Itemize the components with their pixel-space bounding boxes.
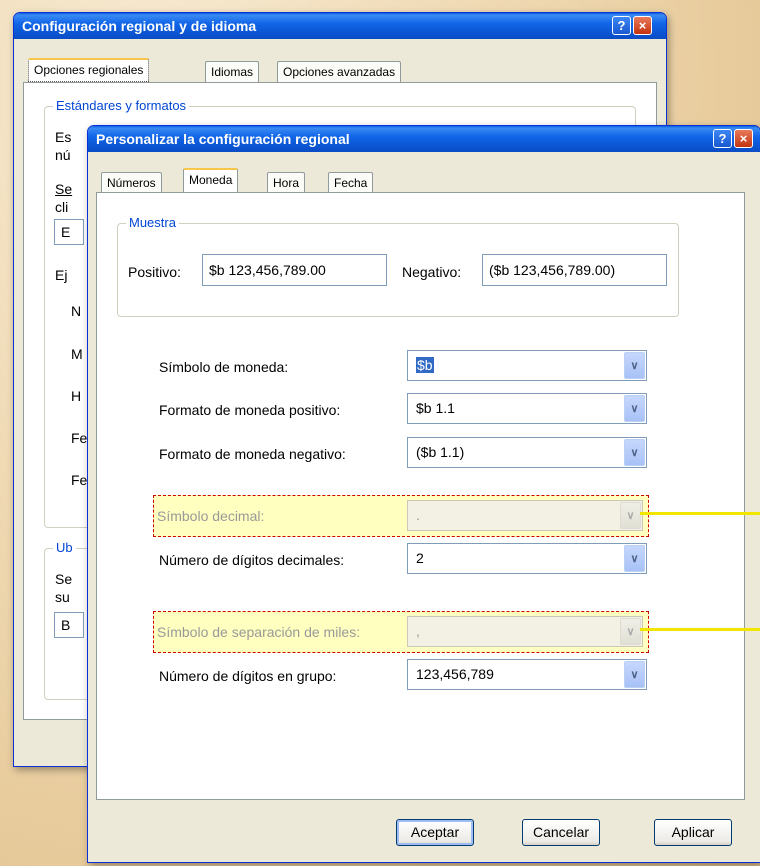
group-digits-combo[interactable]: 123,456,789 ∨	[407, 659, 647, 690]
group-digits-value: 123,456,789	[416, 666, 494, 682]
currency-symbol-value: $b	[416, 357, 434, 373]
tab-numbers[interactable]: Números	[101, 172, 162, 193]
sample-legend: Muestra	[126, 215, 179, 230]
group-legend: Ub	[53, 540, 76, 555]
clipped-text: M	[71, 346, 83, 362]
positive-format-value: $b 1.1	[416, 400, 455, 416]
decimal-digits-combo[interactable]: 2 ∨	[407, 543, 647, 574]
sample-group: Muestra Positivo: $b 123,456,789.00 Nega…	[117, 215, 679, 317]
clipped-text: Es	[55, 129, 72, 145]
help-button[interactable]: ?	[713, 129, 732, 148]
currency-panel: Muestra Positivo: $b 123,456,789.00 Nega…	[96, 192, 745, 800]
chevron-down-icon[interactable]: ∨	[620, 618, 641, 645]
decimal-symbol-value: .	[416, 507, 420, 523]
positive-label: Positivo:	[128, 264, 181, 280]
close-button[interactable]: ×	[734, 129, 753, 148]
group-legend: Estándares y formatos	[53, 98, 190, 113]
negative-format-value: ($b 1.1)	[416, 444, 465, 460]
currency-symbol-label: Símbolo de moneda:	[159, 359, 289, 375]
callout-line-decimal	[640, 512, 760, 515]
tab-languages[interactable]: Idiomas	[205, 61, 260, 82]
ok-button[interactable]: Aceptar	[396, 819, 474, 846]
clipped-text: nú	[55, 147, 71, 163]
close-button[interactable]: ×	[633, 16, 652, 35]
tab-advanced-options[interactable]: Opciones avanzadas	[277, 61, 402, 82]
thousands-symbol-combo[interactable]: , ∨	[407, 616, 643, 647]
negative-format-combo[interactable]: ($b 1.1) ∨	[407, 437, 647, 468]
locale-select[interactable]: E	[54, 219, 84, 245]
positive-sample-field: $b 123,456,789.00	[202, 254, 387, 286]
negative-label: Negativo:	[402, 264, 462, 280]
chevron-down-icon[interactable]: ∨	[624, 352, 645, 379]
thousands-symbol-label: Símbolo de separación de miles:	[157, 624, 361, 640]
clipped-text: Ej	[55, 267, 68, 283]
apply-button[interactable]: Aplicar	[654, 819, 732, 846]
help-button[interactable]: ?	[612, 16, 631, 35]
chevron-down-icon[interactable]: ∨	[624, 439, 645, 466]
clipped-text: H	[71, 388, 82, 404]
group-digits-label: Número de dígitos en grupo:	[159, 668, 337, 684]
thousands-symbol-value: ,	[416, 623, 420, 639]
title-bar[interactable]: Configuración regional y de idioma ? ×	[14, 13, 666, 39]
decimal-digits-value: 2	[416, 550, 424, 566]
cancel-button[interactable]: Cancelar	[522, 819, 600, 846]
customize-regional-dialog: Personalizar la configuración regional ?…	[87, 125, 760, 863]
location-select[interactable]: B	[54, 612, 84, 638]
clipped-text: Se	[55, 181, 73, 197]
tab-time[interactable]: Hora	[267, 172, 306, 193]
clipped-text: N	[71, 303, 82, 319]
callout-line-thousands	[640, 628, 760, 631]
chevron-down-icon[interactable]: ∨	[620, 502, 641, 529]
negative-sample-field: ($b 123,456,789.00)	[482, 254, 667, 286]
tab-currency[interactable]: Moneda	[183, 168, 239, 192]
negative-format-label: Formato de moneda negativo:	[159, 446, 346, 462]
clipped-text: Fe	[71, 472, 88, 488]
clipped-text: Fe	[71, 430, 88, 446]
dialog-title: Configuración regional y de idioma	[22, 18, 257, 34]
clipped-text: Se	[55, 571, 73, 587]
tab-date[interactable]: Fecha	[328, 172, 374, 193]
dialog-title: Personalizar la configuración regional	[96, 131, 350, 147]
currency-symbol-combo[interactable]: $b ∨	[407, 350, 647, 381]
decimal-symbol-combo[interactable]: . ∨	[407, 500, 643, 531]
title-bar[interactable]: Personalizar la configuración regional ?…	[88, 126, 760, 152]
decimal-symbol-label: Símbolo decimal:	[157, 508, 265, 524]
chevron-down-icon[interactable]: ∨	[624, 661, 645, 688]
chevron-down-icon[interactable]: ∨	[624, 545, 645, 572]
clipped-text: su	[55, 589, 70, 605]
chevron-down-icon[interactable]: ∨	[624, 395, 645, 422]
positive-format-combo[interactable]: $b 1.1 ∨	[407, 393, 647, 424]
decimal-digits-label: Número de dígitos decimales:	[159, 552, 345, 568]
tab-regional-options[interactable]: Opciones regionales	[28, 58, 150, 82]
clipped-text: cli	[55, 199, 69, 215]
positive-format-label: Formato de moneda positivo:	[159, 402, 341, 418]
